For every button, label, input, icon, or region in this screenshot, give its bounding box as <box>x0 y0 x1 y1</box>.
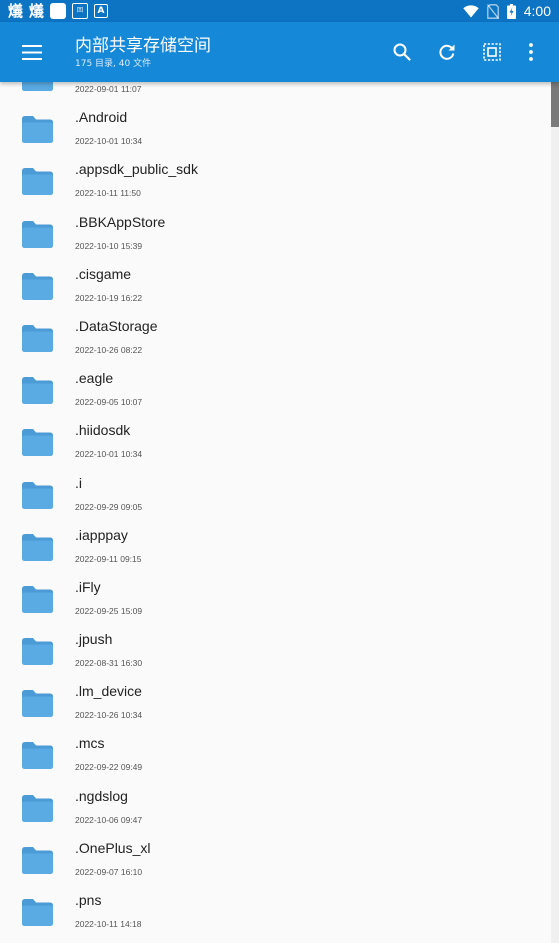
folder-name: .Android <box>75 109 128 126</box>
folder-row[interactable]: .Android 2022-10-01 10:34 <box>0 104 551 156</box>
folder-name: .mcs <box>75 735 105 752</box>
folder-modified-date: 2022-10-11 14:18 <box>75 919 142 929</box>
folder-modified-date: 2022-09-29 09:05 <box>75 501 143 512</box>
folder-row[interactable]: .iapppay 2022-09-11 09:15 <box>0 522 551 574</box>
folder-name: .jpush <box>75 631 113 648</box>
folder-name: .lm_device <box>75 683 142 700</box>
folder-icon <box>22 82 53 91</box>
folder-name: .i <box>75 474 82 491</box>
folder-icon <box>22 846 53 874</box>
menu-icon <box>22 44 42 60</box>
folder-modified-date: 2022-10-19 16:22 <box>75 292 143 303</box>
folder-row[interactable]: .iFly 2022-09-25 15:09 <box>0 574 551 626</box>
scrollbar-track[interactable] <box>551 82 559 943</box>
folder-name: .BBKAppStore <box>75 213 166 230</box>
status-bar-system: 4:00 <box>463 3 551 19</box>
folder-name: .DataStorage <box>75 317 158 334</box>
folder-icon <box>22 899 53 926</box>
folder-icon <box>22 168 53 196</box>
folder-row[interactable]: .ngdslog 2022-10-06 09:47 <box>0 783 551 835</box>
folder-icon <box>22 690 53 718</box>
refresh-button[interactable] <box>433 38 461 66</box>
folder-icon <box>22 429 53 457</box>
notification-a-icon: A <box>94 4 109 18</box>
wifi-icon <box>463 4 479 17</box>
folder-row[interactable]: .DataStorage 2022-10-26 08:22 <box>0 313 551 365</box>
folder-modified-date: 2022-09-05 10:07 <box>75 397 143 408</box>
folder-modified-date: 2022-09-25 15:09 <box>75 605 143 616</box>
folder-name: .cisgame <box>75 265 132 282</box>
folder-icon <box>22 533 53 561</box>
folder-name: .hiidosdk <box>75 422 131 439</box>
folder-icon <box>22 742 53 770</box>
folder-row[interactable]: .hiidosdk 2022-10-01 10:34 <box>0 417 551 469</box>
folder-icon <box>22 377 53 405</box>
notification-square-icon <box>50 3 67 19</box>
folder-row[interactable]: .appsdk_public_sdk 2022-10-11 11:50 <box>0 156 551 208</box>
folder-modified-date: 2022-10-26 08:22 <box>75 344 143 355</box>
folder-name: .OnePlus_xl <box>75 839 151 856</box>
refresh-icon <box>439 44 455 60</box>
scrollbar-thumb[interactable] <box>551 82 559 127</box>
file-list-items: 2022-09-01 11:07 .Android 2022-10-01 10:… <box>0 82 551 939</box>
folder-row[interactable]: .cisgame 2022-10-19 16:22 <box>0 261 551 313</box>
more-vert-icon <box>529 43 533 61</box>
folder-name: .iFly <box>75 578 101 595</box>
notification-app-icon: 燨 <box>8 1 24 20</box>
folder-modified-date: 2022-09-11 09:15 <box>75 553 142 564</box>
folder-icon <box>22 116 53 144</box>
battery-icon <box>506 3 516 19</box>
select-all-icon <box>483 43 501 61</box>
folder-icon <box>22 220 53 248</box>
folder-row[interactable]: .i 2022-09-29 09:05 <box>0 470 551 522</box>
folder-modified-date: 2022-10-11 11:50 <box>75 188 141 199</box>
folder-name: .eagle <box>75 370 114 387</box>
folder-name: .ngdslog <box>75 787 128 804</box>
page-subtitle: 175 目录, 40 文件 <box>75 59 152 69</box>
folder-row[interactable]: .OnePlus_xl 2022-09-07 16:10 <box>0 835 551 887</box>
folder-icon <box>22 638 53 666</box>
folder-icon <box>22 272 53 300</box>
folder-name: .iapppay <box>75 526 128 543</box>
folder-row[interactable]: .mcs 2022-09-22 09:49 <box>0 730 551 782</box>
search-button[interactable] <box>388 38 416 66</box>
folder-name: .pns <box>75 892 102 908</box>
select-all-button[interactable] <box>478 38 506 66</box>
folder-icon <box>22 794 53 822</box>
notification-app-icon: 燨 <box>29 1 45 20</box>
status-bar: 燨 燨 回 A 4:00 <box>0 0 559 22</box>
folder-modified-date: 2022-10-06 09:47 <box>75 814 143 825</box>
folder-modified-date: 2022-10-01 10:34 <box>75 449 143 460</box>
status-bar-notifications: 燨 燨 回 A <box>8 1 109 20</box>
folder-name: .appsdk_public_sdk <box>75 161 198 178</box>
folder-modified-date: 2022-09-22 09:49 <box>75 762 143 773</box>
folder-row[interactable]: .pns 2022-10-11 14:18 <box>0 887 551 939</box>
folder-row[interactable]: 2022-09-01 11:07 <box>0 82 551 104</box>
clock-time: 4:00 <box>523 3 551 19</box>
no-sim-icon <box>486 3 499 19</box>
title-block: 内部共享存储空间 175 目录, 40 文件 <box>75 35 211 71</box>
folder-row[interactable]: .BBKAppStore 2022-10-10 15:39 <box>0 209 551 261</box>
folder-modified-date: 2022-10-10 15:39 <box>75 240 143 251</box>
folder-icon <box>22 324 53 352</box>
folder-row[interactable]: .eagle 2022-09-05 10:07 <box>0 365 551 417</box>
page-title: 内部共享存储空间 <box>75 36 211 56</box>
app-bar: 内部共享存储空间 175 目录, 40 文件 <box>0 22 559 82</box>
menu-button[interactable] <box>14 34 50 70</box>
file-list[interactable]: 2022-09-01 11:07 .Android 2022-10-01 10:… <box>0 82 559 943</box>
folder-modified-date: 2022-10-01 10:34 <box>75 136 143 147</box>
folder-icon <box>22 481 53 509</box>
folder-row[interactable]: .lm_device 2022-10-26 10:34 <box>0 678 551 730</box>
folder-modified-date: 2022-10-26 10:34 <box>75 710 143 721</box>
folder-icon <box>22 585 53 613</box>
folder-modified-date: 2022-09-01 11:07 <box>75 84 142 94</box>
folder-modified-date: 2022-09-07 16:10 <box>75 866 143 877</box>
notification-qr-icon: 回 <box>72 3 89 19</box>
folder-modified-date: 2022-08-31 16:30 <box>75 658 143 669</box>
more-options-button[interactable] <box>517 38 545 66</box>
folder-row[interactable]: .jpush 2022-08-31 16:30 <box>0 626 551 678</box>
search-icon <box>393 43 411 61</box>
